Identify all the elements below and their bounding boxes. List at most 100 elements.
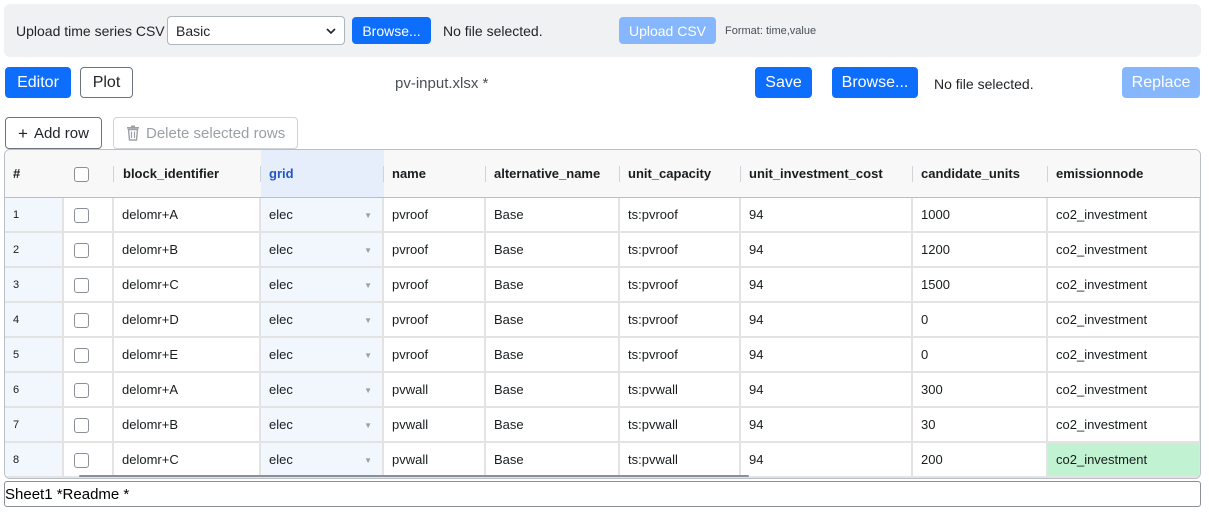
cell-candidate-units[interactable]: 200 [913,443,1048,478]
horizontal-scrollbar[interactable] [79,475,749,477]
table-row[interactable]: 8 delomr+C elec ▼ pvwall Base ts:pvwall 94 200 co… [5,443,1200,478]
cell-name[interactable]: pvwall [384,408,486,443]
cell-grid[interactable]: elec ▼ [261,443,384,478]
col-header-block-identifier[interactable]: block_identifier [114,150,261,198]
cell-alternative-name[interactable]: Base [486,268,620,303]
cell-unit-investment-cost[interactable]: 94 [741,338,913,373]
caret-down-icon[interactable]: ▼ [364,211,372,220]
cell-alternative-name[interactable]: Base [486,338,620,373]
cell-unit-capacity[interactable]: ts:pvroof [620,198,741,233]
cell-unit-investment-cost[interactable]: 94 [741,268,913,303]
select-all-checkbox[interactable] [74,166,89,182]
table-row[interactable]: 3 delomr+C elec ▼ pvroof Base ts:pvroof 94 1500 c… [5,268,1200,303]
col-header-unit-capacity[interactable]: unit_capacity [620,150,741,198]
cell-candidate-units[interactable]: 300 [913,373,1048,408]
cell-alternative-name[interactable]: Base [486,233,620,268]
cell-unit-capacity[interactable]: ts:pvroof [620,303,741,338]
col-header-grid[interactable]: grid [261,150,384,198]
cell-candidate-units[interactable]: 0 [913,303,1048,338]
cell-candidate-units[interactable]: 1500 [913,268,1048,303]
row-checkbox[interactable] [74,207,89,223]
cell-candidate-units[interactable]: 1000 [913,198,1048,233]
cell-name[interactable]: pvroof [384,198,486,233]
cell-name[interactable]: pvroof [384,338,486,373]
row-checkbox[interactable] [74,347,89,363]
cell-emissionnode[interactable]: co2_investment [1048,233,1200,268]
cell-name[interactable]: pvroof [384,233,486,268]
cell-candidate-units[interactable]: 1200 [913,233,1048,268]
cell-grid[interactable]: elec ▼ [261,373,384,408]
cell-candidate-units[interactable]: 0 [913,338,1048,373]
cell-block-identifier[interactable]: delomr+A [114,373,261,408]
cell-block-identifier[interactable]: delomr+D [114,303,261,338]
cell-unit-investment-cost[interactable]: 94 [741,198,913,233]
cell-block-identifier[interactable]: delomr+C [114,268,261,303]
caret-down-icon[interactable]: ▼ [364,351,372,360]
cell-unit-capacity[interactable]: ts:pvroof [620,338,741,373]
editor-tab-button[interactable]: Editor [5,67,71,98]
cell-unit-investment-cost[interactable]: 94 [741,373,913,408]
cell-grid[interactable]: elec ▼ [261,408,384,443]
table-row[interactable]: 5 delomr+E elec ▼ pvroof Base ts:pvroof 94 0 co2_… [5,338,1200,373]
cell-grid[interactable]: elec ▼ [261,268,384,303]
row-checkbox[interactable] [74,452,89,468]
cell-name[interactable]: pvwall [384,443,486,478]
table-row[interactable]: 7 delomr+B elec ▼ pvwall Base ts:pvwall 94 30 co2… [5,408,1200,443]
table-row[interactable]: 6 delomr+A elec ▼ pvwall Base ts:pvwall 94 300 co… [5,373,1200,408]
cell-unit-investment-cost[interactable]: 94 [741,233,913,268]
csv-browse-button[interactable]: Browse... [352,17,431,44]
plot-tab-button[interactable]: Plot [80,67,133,98]
caret-down-icon[interactable]: ▼ [364,281,372,290]
caret-down-icon[interactable]: ▼ [364,316,372,325]
cell-alternative-name[interactable]: Base [486,443,620,478]
cell-grid[interactable]: elec ▼ [261,198,384,233]
cell-unit-investment-cost[interactable]: 94 [741,443,913,478]
row-checkbox[interactable] [74,312,89,328]
sheet-tabs[interactable]: Sheet1 *Readme * [4,481,1201,507]
cell-unit-investment-cost[interactable]: 94 [741,408,913,443]
cell-block-identifier[interactable]: delomr+C [114,443,261,478]
cell-unit-investment-cost[interactable]: 94 [741,303,913,338]
replace-button[interactable]: Replace [1122,67,1200,98]
cell-emissionnode[interactable]: co2_investment [1048,373,1200,408]
cell-name[interactable]: pvwall [384,373,486,408]
cell-block-identifier[interactable]: delomr+B [114,233,261,268]
table-row[interactable]: 4 delomr+D elec ▼ pvroof Base ts:pvroof 94 0 co2_… [5,303,1200,338]
cell-candidate-units[interactable]: 30 [913,408,1048,443]
col-header-unit-investment-cost[interactable]: unit_investment_cost [741,150,913,198]
delete-selected-rows-button[interactable]: Delete selected rows [113,117,299,149]
col-header-index[interactable]: # [5,150,64,198]
cell-unit-capacity[interactable]: ts:pvwall [620,443,741,478]
col-header-candidate-units[interactable]: candidate_units [913,150,1048,198]
row-checkbox[interactable] [74,242,89,258]
cell-emissionnode[interactable]: co2_investment [1048,338,1200,373]
series-type-select[interactable]: Basic [167,16,345,45]
table-row[interactable]: 2 delomr+B elec ▼ pvroof Base ts:pvroof 94 1200 c… [5,233,1200,268]
cell-block-identifier[interactable]: delomr+A [114,198,261,233]
row-checkbox[interactable] [74,417,89,433]
cell-alternative-name[interactable]: Base [486,373,620,408]
col-header-emissionnode[interactable]: emissionnode [1048,150,1200,198]
cell-unit-capacity[interactable]: ts:pvwall [620,408,741,443]
cell-emissionnode[interactable]: co2_investment [1048,268,1200,303]
col-header-alternative-name[interactable]: alternative_name [486,150,620,198]
cell-emissionnode[interactable]: co2_investment [1048,198,1200,233]
cell-unit-capacity[interactable]: ts:pvroof [620,233,741,268]
cell-emissionnode[interactable]: co2_investment [1048,408,1200,443]
cell-emissionnode[interactable]: co2_investment [1048,443,1200,478]
col-header-select[interactable] [64,150,114,198]
cell-grid[interactable]: elec ▼ [261,338,384,373]
row-checkbox[interactable] [74,382,89,398]
cell-alternative-name[interactable]: Base [486,408,620,443]
cell-name[interactable]: pvroof [384,303,486,338]
cell-alternative-name[interactable]: Base [486,198,620,233]
cell-alternative-name[interactable]: Base [486,303,620,338]
add-row-button[interactable]: + Add row [5,117,102,149]
cell-unit-capacity[interactable]: ts:pvroof [620,268,741,303]
table-row[interactable]: 1 delomr+A elec ▼ pvroof Base ts:pvroof 94 1000 c… [5,198,1200,233]
cell-block-identifier[interactable]: delomr+E [114,338,261,373]
upload-csv-button[interactable]: Upload CSV [619,17,716,44]
row-checkbox[interactable] [74,277,89,293]
col-header-name[interactable]: name [384,150,486,198]
cell-grid[interactable]: elec ▼ [261,233,384,268]
